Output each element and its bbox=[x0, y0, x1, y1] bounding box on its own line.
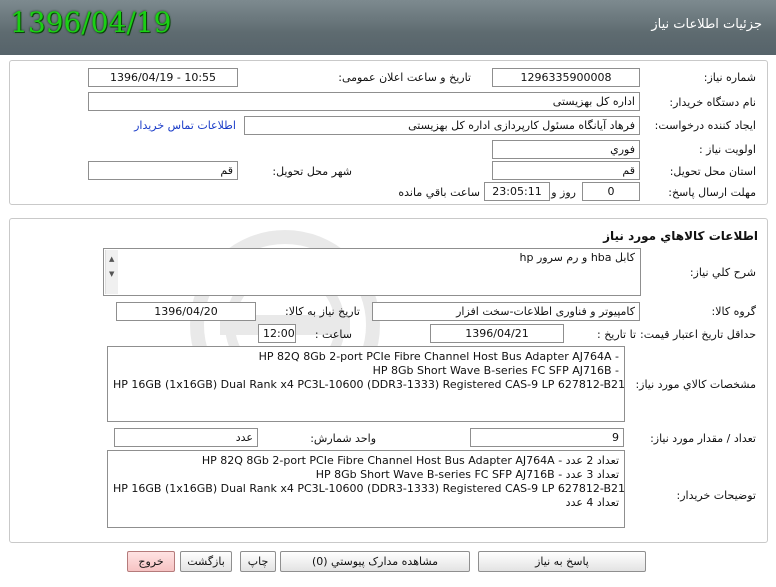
deadline-time-field: 23:05:11 bbox=[484, 182, 550, 201]
desc-line: تعداد 4 عدد bbox=[565, 496, 619, 509]
print-button[interactable]: چاپ bbox=[240, 551, 276, 572]
desc-line: HP 16GB (1x16GB) Dual Rank x4 PC3L-10600… bbox=[113, 482, 625, 495]
spec-line: HP 16GB (1x16GB) Dual Rank x4 PC3L-10600… bbox=[113, 378, 625, 391]
exit-button[interactable]: خروج bbox=[127, 551, 175, 572]
buyer-contact-link[interactable]: اطلاعات تماس خریدار bbox=[134, 119, 236, 132]
province-label: استان محل تحویل: bbox=[669, 165, 756, 178]
hour-field: 12:00 bbox=[258, 324, 296, 343]
announce-field: 1396/04/19 - 10:55 bbox=[88, 68, 238, 87]
summary-scrollbar[interactable]: ▲ ▼ bbox=[105, 250, 118, 294]
to-date-field: 1396/04/21 bbox=[430, 324, 564, 343]
back-button[interactable]: بازگشت bbox=[180, 551, 232, 572]
qty-field: 9 bbox=[470, 428, 624, 447]
deadline-label: مهلت ارسال پاسخ: bbox=[668, 186, 756, 199]
qty-label: تعداد / مقدار مورد نیاز: bbox=[650, 432, 756, 445]
desc-line: HP 82Q 8Gb 2-port PCIe Fibre Channel Hos… bbox=[201, 454, 619, 467]
province-field: قم bbox=[492, 161, 640, 180]
days-word: روز و bbox=[551, 186, 576, 199]
hour-label: ساعت : bbox=[314, 328, 352, 341]
buyer-org-field: اداره کل بهزیستی bbox=[88, 92, 640, 111]
spec-line: HP 8Gb Short Wave B-series FC SFP AJ716B… bbox=[372, 364, 619, 377]
header-date: 1396/04/19 bbox=[10, 6, 172, 39]
summary-text: کابل hba و رم سرور hp bbox=[519, 251, 636, 264]
spec-line: HP 82Q 8Gb 2-port PCIe Fibre Channel Hos… bbox=[258, 350, 619, 363]
summary-label: شرح کلي نیاز: bbox=[689, 266, 756, 279]
scroll-down-icon: ▼ bbox=[109, 270, 115, 278]
creator-field: فرهاد آیانگاه مسئول کارپردازی اداره کل ب… bbox=[244, 116, 640, 135]
specs-label: مشخصات کالاي مورد نیاز: bbox=[635, 378, 756, 391]
page-header: 1396/04/19 جزئیات اطلاعات نیاز bbox=[0, 0, 776, 55]
need-number-label: شماره نیاز: bbox=[703, 71, 756, 84]
page-title: جزئیات اطلاعات نیاز bbox=[651, 17, 762, 32]
desc-label: توضیحات خریدار: bbox=[676, 489, 757, 502]
priority-field: فوري bbox=[492, 140, 640, 159]
unit-label: واحد شمارش: bbox=[310, 432, 376, 445]
desc-line: HP 8Gb Short Wave B-series FC SFP AJ716B… bbox=[315, 468, 619, 481]
need-date-field: 1396/04/20 bbox=[116, 302, 256, 321]
to-date-label: تا تاریخ : bbox=[597, 328, 636, 341]
unit-field: عدد bbox=[114, 428, 258, 447]
group-label: گروه کالا: bbox=[711, 305, 756, 318]
city-field: قم bbox=[88, 161, 238, 180]
priority-label: اولویت نیاز : bbox=[698, 143, 756, 156]
summary-textarea[interactable]: کابل hba و رم سرور hp ▲ ▼ bbox=[103, 248, 641, 296]
validity-label: حداقل تاریخ اعتبار قیمت: bbox=[640, 328, 756, 341]
remaining-word: ساعت باقي مانده bbox=[398, 186, 480, 199]
desc-textarea[interactable]: HP 82Q 8Gb 2-port PCIe Fibre Channel Hos… bbox=[107, 450, 625, 528]
creator-label: ایجاد کننده درخواست: bbox=[654, 119, 756, 132]
announce-label: تاریخ و ساعت اعلان عمومی: bbox=[338, 71, 471, 84]
reply-button[interactable]: پاسخ به نیاز bbox=[478, 551, 646, 572]
goods-section-title: اطلاعات کالاهاي مورد نیاز bbox=[603, 229, 758, 243]
group-field: کامپیوتر و فناوری اطلاعات-سخت افزار bbox=[372, 302, 640, 321]
need-date-label: تاریخ نیاز به کالا: bbox=[285, 305, 360, 318]
city-label: شهر محل تحویل: bbox=[272, 165, 352, 178]
buyer-org-label: نام دستگاه خریدار: bbox=[669, 96, 756, 109]
specs-textarea[interactable]: HP 82Q 8Gb 2-port PCIe Fibre Channel Hos… bbox=[107, 346, 625, 422]
need-number-field: 1296335900008 bbox=[492, 68, 640, 87]
scroll-up-icon: ▲ bbox=[109, 255, 115, 263]
deadline-days-field: 0 bbox=[582, 182, 640, 201]
attachments-button[interactable]: مشاهده مدارک پیوستي (0) bbox=[280, 551, 470, 572]
